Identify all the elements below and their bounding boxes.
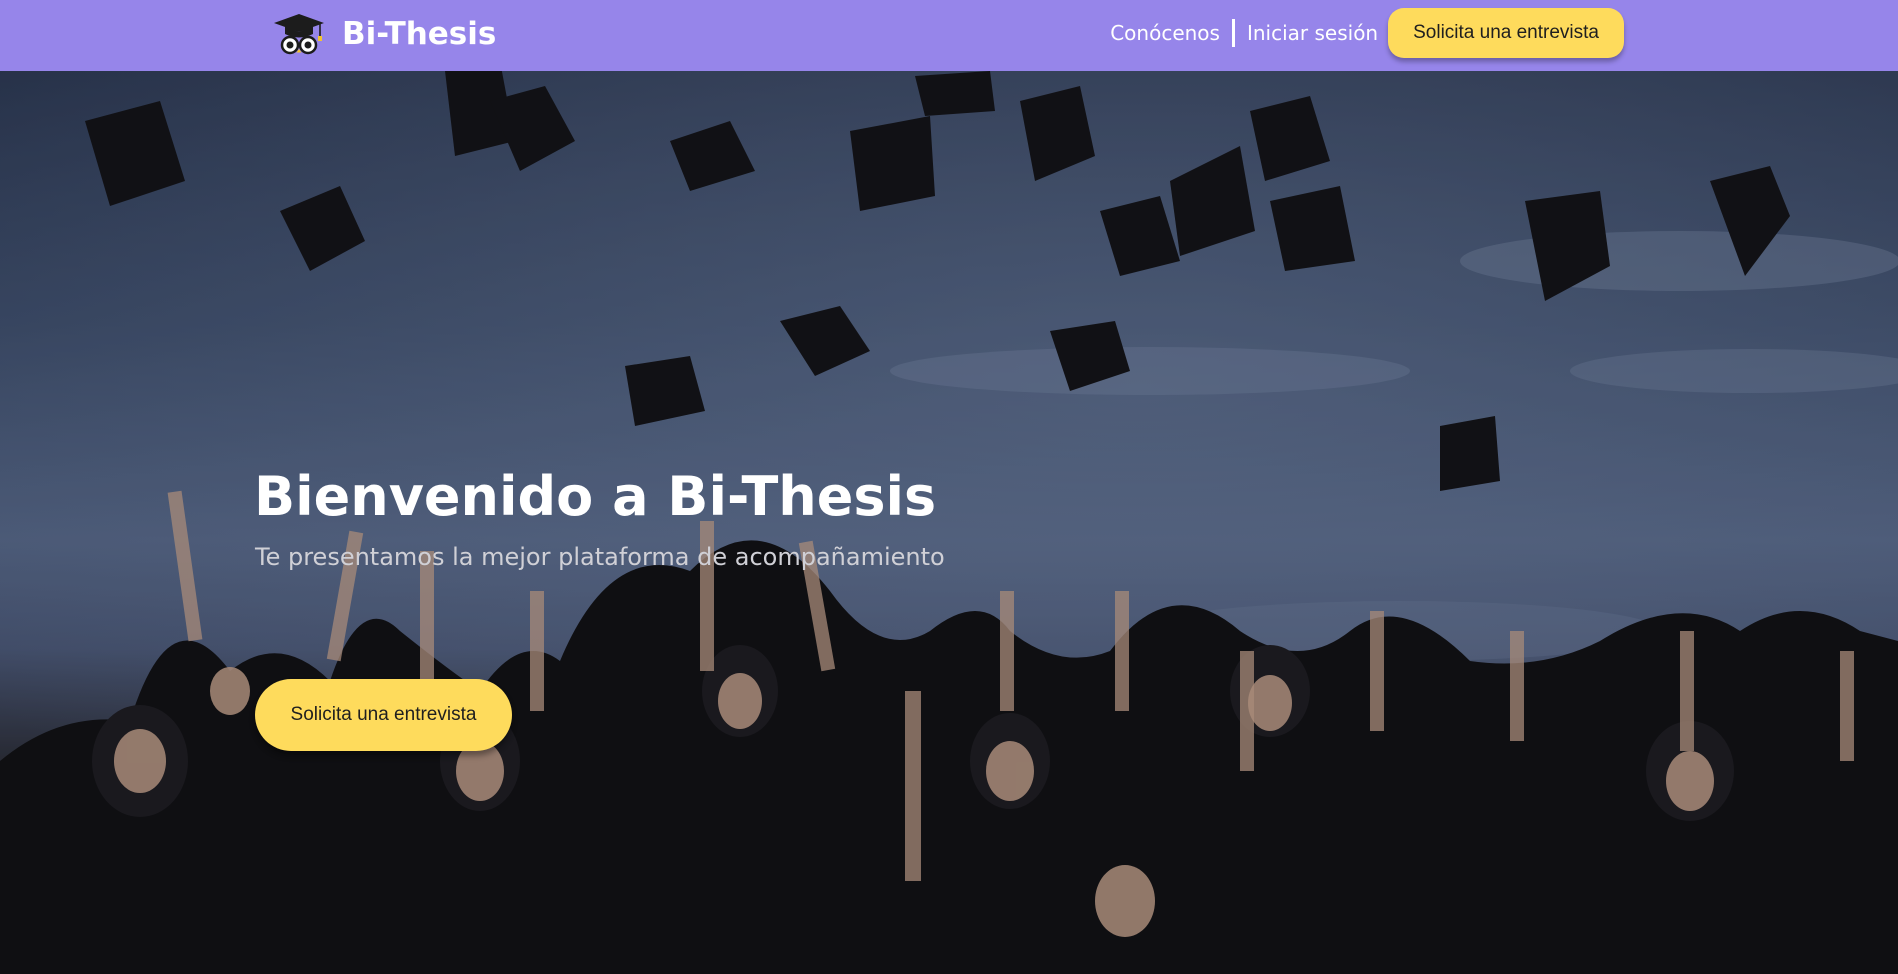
top-navbar: Bi-Thesis Conócenos Iniciar sesión Solic… — [0, 0, 1898, 71]
nav-menu: Conócenos Iniciar sesión Solicita una en… — [1110, 7, 1624, 59]
hero-title: Bienvenido a Bi-Thesis — [254, 465, 937, 528]
brand-name: Bi-Thesis — [342, 16, 497, 52]
nav-divider — [1231, 19, 1235, 47]
hero-request-interview-button[interactable]: Solicita una entrevista — [255, 679, 512, 751]
nav-link-about[interactable]: Conócenos — [1110, 21, 1220, 45]
graduation-cap-owl-icon — [274, 14, 324, 55]
hero-section: Bienvenido a Bi-Thesis Te presentamos la… — [0, 71, 1898, 974]
nav-request-interview-button[interactable]: Solicita una entrevista — [1388, 8, 1624, 58]
brand[interactable]: Bi-Thesis — [272, 12, 496, 56]
hero-subtitle: Te presentamos la mejor plataforma de ac… — [255, 543, 945, 571]
nav-link-login[interactable]: Iniciar sesión — [1247, 21, 1378, 45]
